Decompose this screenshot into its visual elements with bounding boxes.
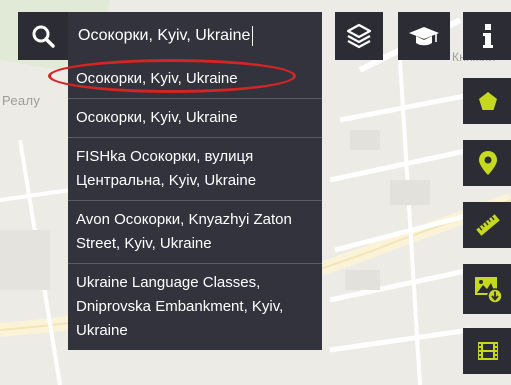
layers-button[interactable] [335,12,383,60]
graduation-cap-icon [409,27,439,46]
search-input-value: Осокорки, Kyiv, Ukraine [78,27,251,44]
suggestion-item[interactable]: Ukraine Language Classes, Dniprovska Emb… [68,263,322,350]
search-icon [32,25,55,48]
education-button[interactable] [398,12,450,60]
draw-polygon-button[interactable] [463,78,511,124]
info-button[interactable] [463,12,511,60]
text-cursor [252,26,254,46]
search-suggestions: Осокорки, Kyiv, Ukraine Осокорки, Kyiv, … [68,60,322,350]
suggestion-item[interactable]: Осокорки, Kyiv, Ukraine [68,98,322,137]
ruler-icon [476,214,500,236]
search-input[interactable]: Осокорки, Kyiv, Ukraine [68,12,322,60]
save-image-button[interactable] [463,264,511,314]
info-icon [483,24,493,48]
map-label-left: Реалу [2,93,41,108]
layers-icon [346,23,372,49]
search-button[interactable] [18,12,68,60]
film-icon [478,342,498,360]
video-button[interactable] [463,328,511,374]
suggestion-item[interactable]: Осокорки, Kyiv, Ukraine [68,60,322,98]
image-download-icon [475,277,503,304]
polygon-icon [479,92,497,110]
map-pin-icon [479,151,497,175]
suggestion-item[interactable]: FISHka Осокорки, вулиця Центральна, Kyiv… [68,137,322,200]
measure-button[interactable] [463,202,511,248]
suggestion-item[interactable]: Avon Осокорки, Knyazhyi Zaton Street, Ky… [68,200,322,263]
place-marker-button[interactable] [463,140,511,186]
